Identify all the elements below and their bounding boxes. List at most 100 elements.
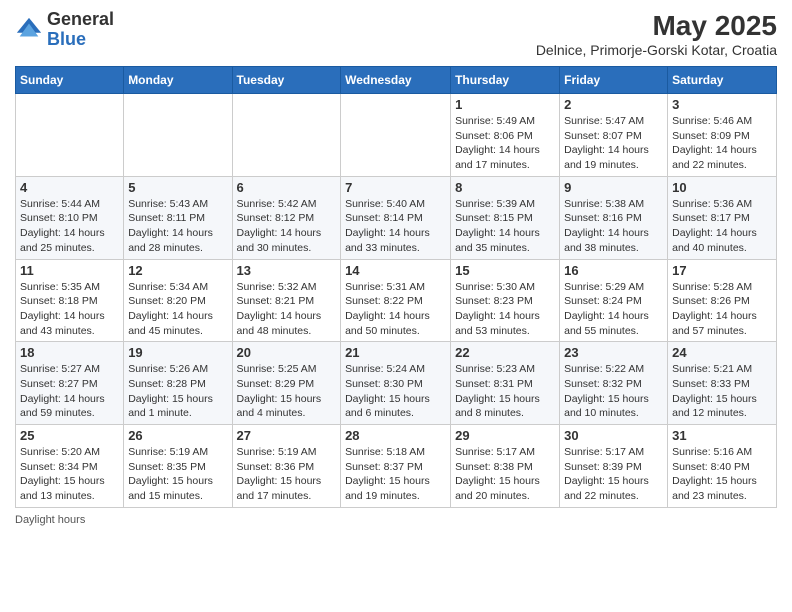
day-number: 25 — [20, 428, 119, 443]
calendar-cell: 16 Sunrise: 5:29 AM Sunset: 8:24 PM Dayli… — [560, 259, 668, 342]
calendar-day-header: Thursday — [451, 67, 560, 94]
day-number: 18 — [20, 345, 119, 360]
day-number: 19 — [128, 345, 227, 360]
footer: Daylight hours — [15, 514, 777, 526]
day-number: 15 — [455, 263, 555, 278]
month-year-title: May 2025 — [536, 10, 777, 42]
calendar-cell: 2 Sunrise: 5:47 AM Sunset: 8:07 PM Daylig… — [560, 94, 668, 177]
day-info: Sunrise: 5:22 AM Sunset: 8:32 PM Dayligh… — [564, 362, 663, 421]
calendar-day-header: Monday — [124, 67, 232, 94]
day-number: 8 — [455, 180, 555, 195]
calendar-week-row: 25 Sunrise: 5:20 AM Sunset: 8:34 PM Dayli… — [16, 425, 777, 508]
day-number: 27 — [237, 428, 337, 443]
day-info: Sunrise: 5:39 AM Sunset: 8:15 PM Dayligh… — [455, 197, 555, 256]
logo: General Blue — [15, 10, 114, 50]
day-info: Sunrise: 5:36 AM Sunset: 8:17 PM Dayligh… — [672, 197, 772, 256]
day-info: Sunrise: 5:26 AM Sunset: 8:28 PM Dayligh… — [128, 362, 227, 421]
day-number: 28 — [345, 428, 446, 443]
calendar-cell: 13Sunrise: 5:32 AM Sunset: 8:21 PM Dayli… — [232, 259, 341, 342]
day-info: Sunrise: 5:23 AM Sunset: 8:31 PM Dayligh… — [455, 362, 555, 421]
day-info: Sunrise: 5:29 AM Sunset: 8:24 PM Dayligh… — [564, 280, 663, 339]
day-number: 9 — [564, 180, 663, 195]
calendar-cell: 28 Sunrise: 5:18 AM Sunset: 8:37 PM Dayli… — [341, 425, 451, 508]
day-number: 11 — [20, 263, 119, 278]
calendar-cell: 19 Sunrise: 5:26 AM Sunset: 8:28 PM Dayli… — [124, 342, 232, 425]
calendar-cell: 1 Sunrise: 5:49 AM Sunset: 8:06 PM Daylig… — [451, 94, 560, 177]
day-number: 2 — [564, 97, 663, 112]
day-info: Sunrise: 5:18 AM Sunset: 8:37 PM Dayligh… — [345, 445, 446, 504]
calendar-cell: 7 Sunrise: 5:40 AM Sunset: 8:14 PM Daylig… — [341, 176, 451, 259]
day-info: Sunrise: 5:17 AM Sunset: 8:39 PM Dayligh… — [564, 445, 663, 504]
day-number: 6 — [237, 180, 337, 195]
logo-icon — [15, 16, 43, 44]
calendar-day-header: Sunday — [16, 67, 124, 94]
day-info: Sunrise: 5:25 AM Sunset: 8:29 PM Dayligh… — [237, 362, 337, 421]
day-info: Sunrise: 5:46 AM Sunset: 8:09 PM Dayligh… — [672, 114, 772, 173]
day-number: 14 — [345, 263, 446, 278]
calendar-cell: 3 Sunrise: 5:46 AM Sunset: 8:09 PM Daylig… — [668, 94, 777, 177]
daylight-hours-label: Daylight hours — [15, 514, 85, 526]
calendar-cell: 31 Sunrise: 5:16 AM Sunset: 8:40 PM Dayli… — [668, 425, 777, 508]
calendar-week-row: 18 Sunrise: 5:27 AM Sunset: 8:27 PM Dayli… — [16, 342, 777, 425]
day-info: Sunrise: 5:49 AM Sunset: 8:06 PM Dayligh… — [455, 114, 555, 173]
calendar-cell: 25 Sunrise: 5:20 AM Sunset: 8:34 PM Dayli… — [16, 425, 124, 508]
day-info: Sunrise: 5:24 AM Sunset: 8:30 PM Dayligh… — [345, 362, 446, 421]
page-header: General Blue May 2025 Delnice, Primorje-… — [15, 10, 777, 58]
calendar-cell: 15 Sunrise: 5:30 AM Sunset: 8:23 PM Dayli… — [451, 259, 560, 342]
calendar-day-header: Friday — [560, 67, 668, 94]
calendar-cell: 26 Sunrise: 5:19 AM Sunset: 8:35 PM Dayli… — [124, 425, 232, 508]
calendar-cell: 5Sunrise: 5:43 AM Sunset: 8:11 PM Daylig… — [124, 176, 232, 259]
day-number: 26 — [128, 428, 227, 443]
day-info: Sunrise: 5:31 AM Sunset: 8:22 PM Dayligh… — [345, 280, 446, 339]
day-number: 3 — [672, 97, 772, 112]
title-block: May 2025 Delnice, Primorje-Gorski Kotar,… — [536, 10, 777, 58]
day-info: Sunrise: 5:16 AM Sunset: 8:40 PM Dayligh… — [672, 445, 772, 504]
calendar-cell: 11 Sunrise: 5:35 AM Sunset: 8:18 PM Dayli… — [16, 259, 124, 342]
day-number: 20 — [237, 345, 337, 360]
calendar-cell — [16, 94, 124, 177]
day-number: 21 — [345, 345, 446, 360]
day-number: 16 — [564, 263, 663, 278]
day-number: 7 — [345, 180, 446, 195]
day-info: Sunrise: 5:47 AM Sunset: 8:07 PM Dayligh… — [564, 114, 663, 173]
day-info: Sunrise: 5:19 AM Sunset: 8:35 PM Dayligh… — [128, 445, 227, 504]
calendar-day-header: Wednesday — [341, 67, 451, 94]
day-info: Sunrise: 5:38 AM Sunset: 8:16 PM Dayligh… — [564, 197, 663, 256]
day-number: 30 — [564, 428, 663, 443]
calendar-cell: 20 Sunrise: 5:25 AM Sunset: 8:29 PM Dayli… — [232, 342, 341, 425]
day-info: Sunrise: 5:21 AM Sunset: 8:33 PM Dayligh… — [672, 362, 772, 421]
calendar-cell: 22Sunrise: 5:23 AM Sunset: 8:31 PM Dayli… — [451, 342, 560, 425]
calendar-cell: 10Sunrise: 5:36 AM Sunset: 8:17 PM Dayli… — [668, 176, 777, 259]
day-info: Sunrise: 5:27 AM Sunset: 8:27 PM Dayligh… — [20, 362, 119, 421]
calendar-cell: 29 Sunrise: 5:17 AM Sunset: 8:38 PM Dayli… — [451, 425, 560, 508]
day-number: 17 — [672, 263, 772, 278]
location-subtitle: Delnice, Primorje-Gorski Kotar, Croatia — [536, 42, 777, 58]
calendar-cell: 27 Sunrise: 5:19 AM Sunset: 8:36 PM Dayli… — [232, 425, 341, 508]
calendar-day-header: Saturday — [668, 67, 777, 94]
calendar-cell: 24 Sunrise: 5:21 AM Sunset: 8:33 PM Dayli… — [668, 342, 777, 425]
day-info: Sunrise: 5:43 AM Sunset: 8:11 PM Dayligh… — [128, 197, 227, 256]
calendar-cell: 23Sunrise: 5:22 AM Sunset: 8:32 PM Dayli… — [560, 342, 668, 425]
day-number: 13 — [237, 263, 337, 278]
day-info: Sunrise: 5:17 AM Sunset: 8:38 PM Dayligh… — [455, 445, 555, 504]
day-info: Sunrise: 5:34 AM Sunset: 8:20 PM Dayligh… — [128, 280, 227, 339]
calendar-cell: 9 Sunrise: 5:38 AM Sunset: 8:16 PM Daylig… — [560, 176, 668, 259]
day-info: Sunrise: 5:28 AM Sunset: 8:26 PM Dayligh… — [672, 280, 772, 339]
day-number: 24 — [672, 345, 772, 360]
calendar-cell: 8 Sunrise: 5:39 AM Sunset: 8:15 PM Daylig… — [451, 176, 560, 259]
calendar-cell: 14 Sunrise: 5:31 AM Sunset: 8:22 PM Dayli… — [341, 259, 451, 342]
day-info: Sunrise: 5:35 AM Sunset: 8:18 PM Dayligh… — [20, 280, 119, 339]
day-number: 1 — [455, 97, 555, 112]
day-number: 29 — [455, 428, 555, 443]
calendar-cell: 17 Sunrise: 5:28 AM Sunset: 8:26 PM Dayli… — [668, 259, 777, 342]
day-info: Sunrise: 5:42 AM Sunset: 8:12 PM Dayligh… — [237, 197, 337, 256]
calendar-week-row: 4Sunrise: 5:44 AM Sunset: 8:10 PM Daylig… — [16, 176, 777, 259]
calendar-table: SundayMondayTuesdayWednesdayThursdayFrid… — [15, 66, 777, 508]
calendar-cell: 30 Sunrise: 5:17 AM Sunset: 8:39 PM Dayli… — [560, 425, 668, 508]
day-info: Sunrise: 5:20 AM Sunset: 8:34 PM Dayligh… — [20, 445, 119, 504]
logo-general-text: General — [47, 9, 114, 29]
day-info: Sunrise: 5:19 AM Sunset: 8:36 PM Dayligh… — [237, 445, 337, 504]
day-info: Sunrise: 5:40 AM Sunset: 8:14 PM Dayligh… — [345, 197, 446, 256]
day-number: 31 — [672, 428, 772, 443]
day-info: Sunrise: 5:30 AM Sunset: 8:23 PM Dayligh… — [455, 280, 555, 339]
